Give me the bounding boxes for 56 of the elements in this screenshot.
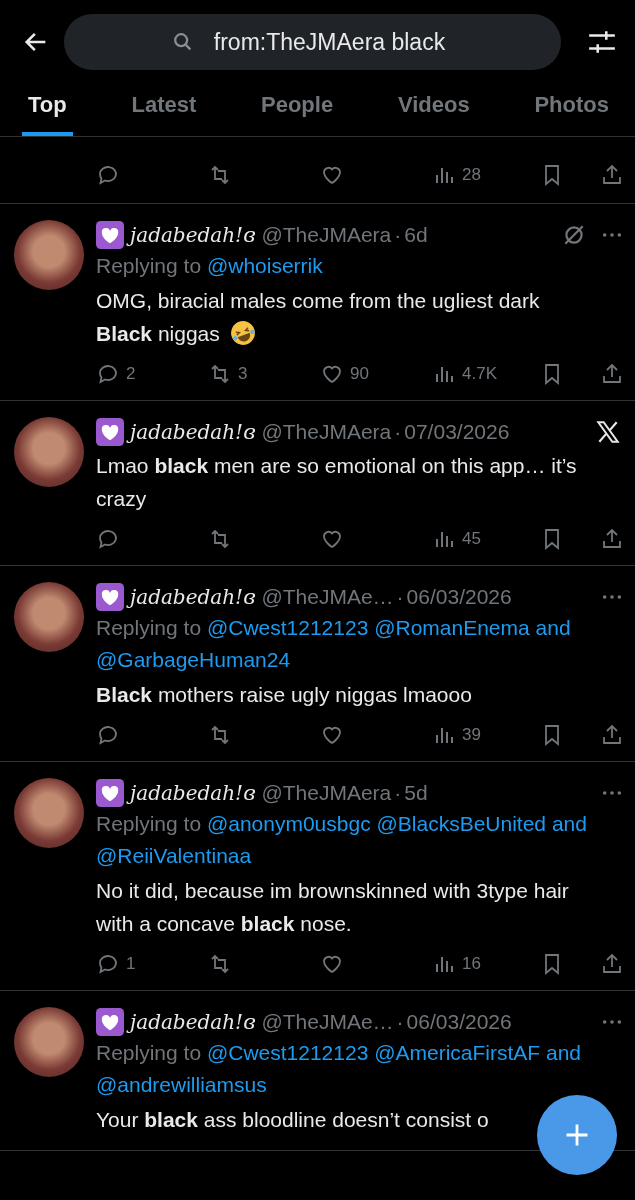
tweet-text: No it did, because im brownskinned with 3type hair with a concave black nose.	[96, 879, 569, 935]
tab[interactable]: Latest	[125, 84, 203, 136]
tweet-text: Black mothers raise ugly niggas lmaooo	[96, 683, 472, 706]
tab[interactable]: Top	[22, 84, 73, 136]
tab[interactable]: People	[255, 84, 340, 136]
reply-icon[interactable]	[96, 527, 120, 551]
user-handle[interactable]: @TheJMAe…	[261, 585, 394, 609]
reply-count: 2	[126, 364, 136, 384]
replying-to-text: Replying to @Cwest1212123 @AmericaFirstAF and @andrewilliamsus	[96, 1040, 583, 1098]
view-count: 4.7K	[462, 364, 497, 384]
reply-icon[interactable]	[96, 163, 120, 187]
x-logo-icon[interactable]	[595, 419, 621, 445]
tab[interactable]: Photos	[528, 84, 615, 136]
tweet-text: OMG, biracial males come from the ugliest dark Black niggas	[96, 289, 540, 345]
separator-dot: ·	[394, 781, 402, 805]
user-handle[interactable]: @TheJMAe…	[261, 1010, 394, 1034]
separator-dot: ·	[394, 420, 402, 444]
post-time: 5d	[404, 781, 428, 805]
filter-icon[interactable]	[587, 29, 617, 55]
post-time: 06/03/2026	[406, 1010, 512, 1034]
separator-dot: ·	[396, 585, 404, 609]
search-icon	[172, 31, 194, 53]
share-icon[interactable]	[600, 952, 624, 976]
reply-count: 1	[126, 954, 136, 974]
post-time: 06/03/2026	[406, 585, 512, 609]
tweet-text: Lmao black men are so emotional on this app… it’s crazy	[96, 454, 577, 510]
replying-to-text: Replying to @Cwest1212123 @RomanEnema and @GarbageHuman24	[96, 615, 572, 673]
repost-count: 3	[238, 364, 248, 384]
like-count: 90	[350, 364, 369, 384]
share-icon[interactable]	[600, 527, 624, 551]
view-count: 45	[462, 529, 481, 549]
separator-dot: ·	[396, 1010, 404, 1034]
post-time: 07/03/2026	[404, 420, 510, 444]
user-handle[interactable]: @TheJMAera	[261, 223, 392, 247]
share-icon[interactable]	[600, 362, 624, 386]
tab[interactable]: Videos	[391, 84, 476, 136]
view-count: 28	[462, 165, 481, 185]
more-icon[interactable]	[601, 1018, 623, 1026]
post-time: 6d	[404, 223, 428, 247]
view-count: 39	[462, 725, 481, 745]
more-icon[interactable]	[601, 593, 623, 601]
user-handle[interactable]: @TheJMAera	[261, 420, 392, 444]
share-icon[interactable]	[600, 723, 624, 747]
user-handle[interactable]: @TheJMAera	[261, 781, 392, 805]
view-count: 16	[462, 954, 481, 974]
search-field[interactable]: from:TheJMAera black	[64, 14, 561, 70]
more-icon[interactable]	[601, 789, 623, 797]
replying-to-text: Replying to @whoiserrik	[96, 253, 324, 279]
reply-icon[interactable]	[96, 362, 120, 386]
reply-icon[interactable]	[96, 952, 120, 976]
reply-icon[interactable]	[96, 723, 120, 747]
share-icon[interactable]	[600, 163, 624, 187]
more-icon[interactable]	[601, 231, 623, 239]
replying-to-text: Replying to @anonym0usbgc @BlacksBeUnited and @ReiiValentinaa	[96, 811, 588, 869]
tweet-text: Your black ass bloodline doesn’t consist o	[96, 1108, 489, 1131]
separator-dot: ·	[394, 223, 402, 247]
